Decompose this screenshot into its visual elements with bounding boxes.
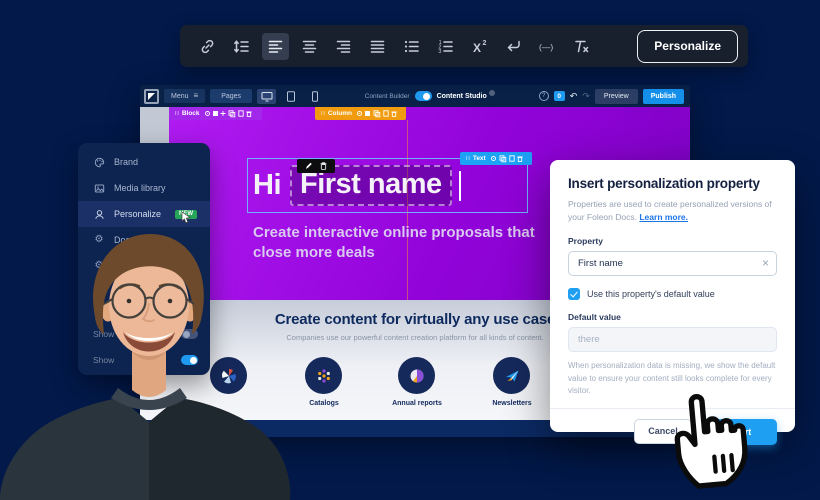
text-selection-outline[interactable]: Hi First name bbox=[247, 158, 528, 213]
svg-text:3: 3 bbox=[438, 48, 441, 54]
edit-icon[interactable] bbox=[305, 157, 312, 175]
info-badge bbox=[489, 90, 495, 96]
line-height-icon[interactable] bbox=[228, 33, 255, 60]
menu-button[interactable]: Menu ≡ bbox=[164, 89, 205, 103]
comments-badge[interactable]: 0 bbox=[554, 91, 565, 101]
editor-topbar: Menu ≡ Pages Content Builder Content Stud… bbox=[140, 85, 690, 107]
modal-title: Insert personalization property bbox=[568, 176, 777, 191]
content-studio-label[interactable]: Content Studio bbox=[437, 93, 487, 100]
bullet-list-icon[interactable] bbox=[398, 33, 425, 60]
superscript-icon[interactable]: X2 bbox=[466, 33, 493, 60]
topbar-right-group: Content Builder Content Studio ? 0 ↶ ↷ P… bbox=[365, 89, 686, 104]
block-chip[interactable]: ∷ Block bbox=[169, 107, 262, 120]
learn-more-link[interactable]: Learn more. bbox=[639, 212, 688, 222]
return-arrow-icon[interactable] bbox=[500, 33, 527, 60]
drag-handle-icon[interactable]: ∷ bbox=[466, 155, 469, 162]
tablet-view-button[interactable] bbox=[281, 89, 300, 104]
personalize-button[interactable]: Personalize bbox=[637, 30, 738, 63]
desktop-view-button[interactable] bbox=[257, 89, 276, 104]
sidebar-item-brand[interactable]: Brand bbox=[78, 149, 210, 175]
menu-label: Menu bbox=[171, 93, 189, 100]
align-right-icon[interactable] bbox=[330, 33, 357, 60]
content-mode-toggle[interactable] bbox=[415, 91, 432, 101]
drag-handle-icon[interactable]: ∷ bbox=[175, 110, 178, 117]
use-case-label: Newsletters bbox=[467, 400, 557, 407]
align-center-icon[interactable] bbox=[296, 33, 323, 60]
page: 123 X2 (—) Personalize Menu ≡ Pages Conte… bbox=[0, 0, 820, 500]
align-left-icon[interactable] bbox=[262, 33, 289, 60]
pages-button[interactable]: Pages bbox=[210, 89, 252, 103]
preview-button[interactable]: Preview bbox=[595, 89, 638, 104]
clear-format-icon[interactable] bbox=[568, 33, 595, 60]
default-value-checkbox[interactable] bbox=[568, 288, 580, 300]
block-chip-icons[interactable] bbox=[204, 109, 256, 118]
hand-cursor-icon bbox=[660, 380, 764, 493]
greeting-text: Hi bbox=[253, 171, 281, 200]
default-value-input[interactable] bbox=[568, 327, 777, 352]
trash-icon[interactable] bbox=[320, 157, 327, 175]
hero-subtitle: Create interactive online proposals that… bbox=[253, 223, 573, 262]
clear-icon[interactable]: × bbox=[762, 256, 769, 270]
image-icon bbox=[93, 183, 105, 194]
link-icon[interactable] bbox=[194, 33, 221, 60]
text-chip-label: Text bbox=[473, 155, 486, 162]
property-label: Property bbox=[568, 236, 777, 246]
newsletters-icon[interactable] bbox=[493, 357, 530, 394]
undo-icon[interactable]: ↶ bbox=[570, 92, 578, 101]
text-caret bbox=[459, 171, 462, 201]
column-chip-label: Column bbox=[328, 110, 352, 117]
help-icon[interactable]: ? bbox=[539, 91, 549, 101]
redo-icon[interactable]: ↷ bbox=[582, 92, 590, 101]
default-value-label: Default value bbox=[568, 312, 777, 322]
sidebar-item-label: Media library bbox=[114, 183, 166, 193]
sidebar-item-label: Personalize bbox=[114, 209, 161, 219]
publish-button[interactable]: Publish bbox=[643, 89, 684, 104]
svg-text:2: 2 bbox=[483, 40, 487, 47]
dash-icon[interactable]: (—) bbox=[534, 33, 561, 60]
ordered-list-icon[interactable]: 123 bbox=[432, 33, 459, 60]
text-chip[interactable]: ∷ Text bbox=[460, 152, 532, 165]
token-mini-toolbar bbox=[297, 159, 335, 173]
catalogs-icon[interactable] bbox=[305, 357, 342, 394]
formatting-toolbar: 123 X2 (—) Personalize bbox=[180, 25, 748, 67]
modal-description: Properties are used to create personaliz… bbox=[568, 198, 777, 224]
use-case-label: Annual reports bbox=[372, 400, 462, 407]
column-chip[interactable]: ∷ Column bbox=[315, 107, 406, 120]
drag-handle-icon[interactable]: ∷ bbox=[321, 110, 324, 117]
svg-text:X: X bbox=[473, 41, 481, 55]
palette-icon bbox=[93, 157, 105, 168]
sidebar-item-media-library[interactable]: Media library bbox=[78, 175, 210, 201]
mobile-view-button[interactable] bbox=[305, 89, 324, 104]
pages-label: Pages bbox=[221, 93, 241, 100]
justify-icon[interactable] bbox=[364, 33, 391, 60]
text-chip-icons[interactable] bbox=[490, 154, 526, 163]
block-chip-label: Block bbox=[182, 110, 200, 117]
annual-reports-icon[interactable] bbox=[398, 357, 435, 394]
person-icon bbox=[93, 209, 105, 220]
sidebar-item-label: Brand bbox=[114, 157, 138, 167]
column-chip-icons[interactable] bbox=[356, 109, 400, 118]
content-builder-label[interactable]: Content Builder bbox=[365, 93, 410, 100]
hamburger-icon: ≡ bbox=[194, 92, 199, 100]
person-photo bbox=[0, 222, 300, 500]
property-input[interactable] bbox=[568, 251, 777, 276]
svg-text:(—): (—) bbox=[539, 42, 553, 52]
checkbox-label: Use this property's default value bbox=[587, 289, 715, 299]
foleon-logo-icon bbox=[144, 89, 159, 104]
